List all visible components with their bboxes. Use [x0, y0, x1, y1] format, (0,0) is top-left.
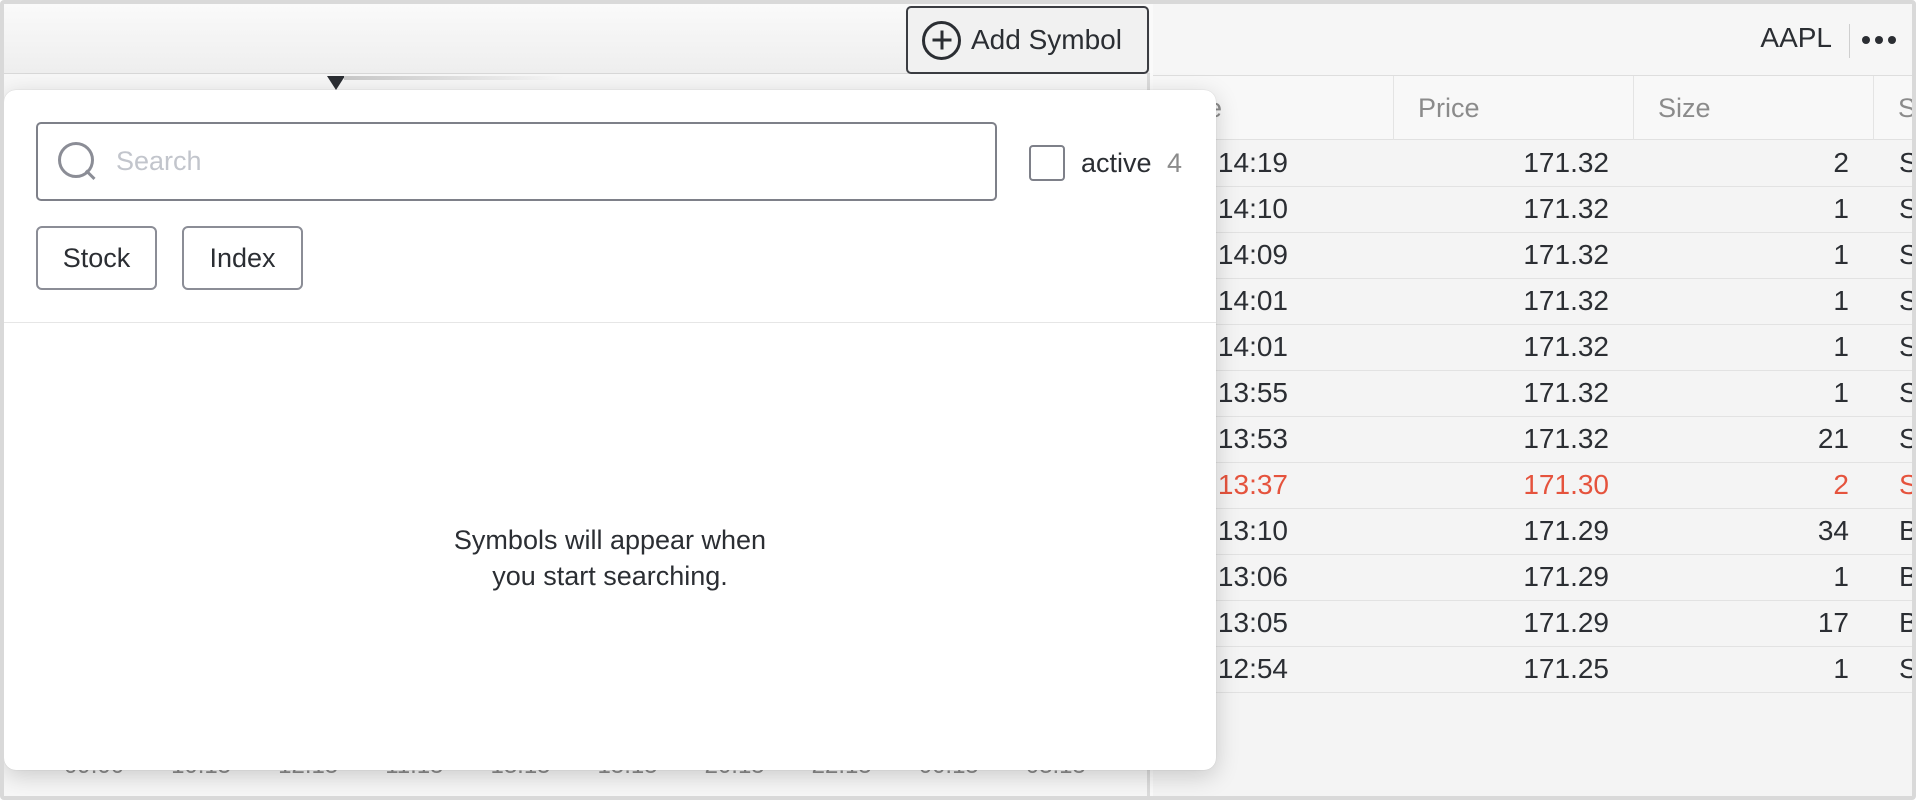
trade-side: S: [1899, 423, 1916, 454]
empty-state-message: Symbols will appear when you start searc…: [4, 522, 1216, 594]
trade-size: 1: [1833, 193, 1849, 224]
active-label: active: [1081, 148, 1152, 178]
search-box[interactable]: [36, 122, 997, 201]
trade-row[interactable]: 14:14:01 171.32 1 S: [1153, 279, 1916, 325]
empty-state-line-1: Symbols will appear when: [453, 525, 767, 555]
add-symbol-button[interactable]: Add Symbol: [906, 6, 1149, 74]
active-count: 4: [1167, 148, 1183, 178]
add-symbol-popup: active 4 Stock Index Symbols will appear…: [4, 90, 1216, 770]
trade-side: S: [1899, 285, 1916, 316]
app-frame: Add Symbol 09:0010:1512:1511:1513:1515:1…: [0, 0, 1916, 800]
trade-price: 171.30: [1523, 469, 1609, 500]
trade-size: 1: [1833, 331, 1849, 362]
trade-price: 171.32: [1523, 147, 1609, 178]
trade-side: S: [1899, 331, 1916, 362]
trade-size: 17: [1817, 607, 1849, 638]
trade-size: 1: [1833, 239, 1849, 270]
trade-price: 171.29: [1523, 561, 1609, 592]
current-symbol: AAPL: [1760, 22, 1832, 53]
trade-row[interactable]: 14:14:10 171.32 1 S: [1153, 187, 1916, 233]
trade-row[interactable]: 14:14:01 171.32 1 S: [1153, 325, 1916, 371]
active-checkbox[interactable]: [1029, 145, 1065, 181]
trade-side: S: [1899, 147, 1916, 178]
trade-side: S: [1899, 239, 1916, 270]
trade-row[interactable]: 14:13:05 171.29 17 B: [1153, 601, 1916, 647]
search-icon: [58, 141, 98, 182]
empty-state-line-2: you start searching.: [492, 561, 728, 591]
column-header-price[interactable]: Price: [1393, 76, 1633, 140]
more-options-icon[interactable]: [1862, 29, 1902, 51]
trade-size: 2: [1833, 469, 1849, 500]
trade-row[interactable]: 14:14:09 171.32 1 S: [1153, 233, 1916, 279]
trade-row[interactable]: 14:12:54 171.25 1 S: [1153, 647, 1916, 693]
trade-price: 171.32: [1523, 331, 1609, 362]
trade-row[interactable]: 14:13:55 171.32 1 S: [1153, 371, 1916, 417]
toolbar-divider: [1849, 24, 1850, 58]
trade-price: 171.29: [1523, 607, 1609, 638]
trade-size: 21: [1817, 423, 1849, 454]
trade-side: S: [1899, 653, 1916, 684]
trade-size: 2: [1833, 147, 1849, 178]
trade-price: 171.32: [1523, 377, 1609, 408]
chart-toolbar: Add Symbol: [4, 4, 1150, 74]
trade-side: S: [1899, 377, 1916, 408]
trade-side: S: [1899, 193, 1916, 224]
trade-size: 1: [1833, 285, 1849, 316]
trade-side: S: [1899, 469, 1916, 500]
filter-index-button[interactable]: Index: [182, 226, 303, 290]
trade-row[interactable]: 14:13:37 171.30 2 S: [1153, 463, 1916, 509]
trade-side: B: [1899, 561, 1916, 592]
trade-size: 1: [1833, 377, 1849, 408]
column-header-size[interactable]: Size: [1633, 76, 1873, 140]
chart-marker-line: [344, 76, 564, 80]
trades-table-header: Time Price Size Side: [1153, 76, 1912, 140]
popup-divider: [4, 322, 1216, 323]
column-header-side[interactable]: Side: [1873, 76, 1912, 140]
plus-circle-icon: [922, 20, 961, 60]
trade-row[interactable]: 14:13:53 171.32 21 S: [1153, 417, 1916, 463]
trade-price: 171.32: [1523, 423, 1609, 454]
add-symbol-label: Add Symbol: [971, 24, 1122, 55]
filter-stock-button[interactable]: Stock: [36, 226, 157, 290]
trades-panel: AAPL Time Price Size Side 14:14:19171.32…: [1153, 4, 1916, 796]
trade-price: 171.32: [1523, 193, 1609, 224]
trade-size: 1: [1833, 561, 1849, 592]
trade-size: 34: [1817, 515, 1849, 546]
trade-row[interactable]: 14:13:10 171.29 34 B: [1153, 509, 1916, 555]
chart-marker-icon: [327, 76, 345, 90]
trade-size: 1: [1833, 653, 1849, 684]
search-input[interactable]: [116, 146, 956, 177]
trades-toolbar: AAPL: [1153, 4, 1912, 76]
trade-row[interactable]: 14:13:06 171.29 1 B: [1153, 555, 1916, 601]
trades-table-body: 14:14:19 171.32 2 S 14:14:10 171.32 1 S 14:14:09…: [1153, 141, 1916, 796]
trade-price: 171.32: [1523, 239, 1609, 270]
trade-price: 171.32: [1523, 285, 1609, 316]
trade-price: 171.25: [1523, 653, 1609, 684]
trade-side: B: [1899, 515, 1916, 546]
trade-row[interactable]: 14:14:19 171.32 2 S: [1153, 141, 1916, 187]
trade-side: B: [1899, 607, 1916, 638]
trade-price: 171.29: [1523, 515, 1609, 546]
